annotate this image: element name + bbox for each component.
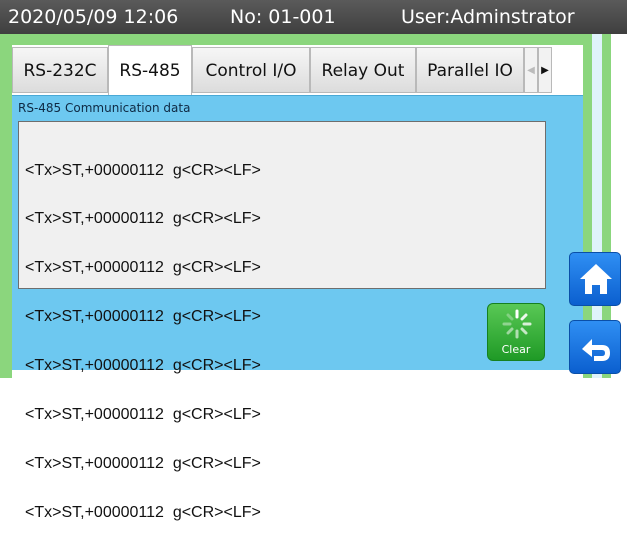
tab-bar: RS-232C RS-485 Control I/O Relay Out Par… [12, 45, 583, 95]
communication-log[interactable]: <Tx>ST,+00000112 g<CR><LF> <Tx>ST,+00000… [18, 121, 546, 521]
status-user: User:Adminstrator [401, 6, 575, 28]
log-line: <Tx>ST,+00000112 g<CR><LF> [25, 503, 261, 521]
panel-title: RS-485 Communication data [18, 101, 191, 115]
tab-rs-232c[interactable]: RS-232C [12, 47, 108, 93]
communication-panel: RS-485 Communication data <Tx>ST,+000001… [12, 95, 583, 521]
clear-label: Clear [501, 343, 531, 356]
status-bar: 2020/05/09 12:06 No: 01-001 User:Adminst… [0, 0, 627, 34]
log-line: <Tx>ST,+00000112 g<CR><LF> [25, 454, 261, 472]
home-button[interactable] [569, 252, 621, 306]
chevron-right-icon[interactable]: ▶ [538, 47, 552, 93]
home-icon [580, 264, 612, 294]
log-line: <Tx>ST,+00000112 g<CR><LF> [25, 308, 261, 326]
chevron-left-icon[interactable]: ◀ [524, 47, 538, 93]
log-line: <Tx>ST,+00000112 g<CR><LF> [25, 406, 261, 424]
tab-relay-out[interactable]: Relay Out [310, 47, 416, 93]
log-line: <Tx>ST,+00000112 g<CR><LF> [25, 210, 261, 228]
back-button[interactable] [569, 320, 621, 374]
tab-parallel-io[interactable]: Parallel IO [416, 47, 524, 93]
tab-control-io[interactable]: Control I/O [192, 47, 310, 93]
log-line: <Tx>ST,+00000112 g<CR><LF> [25, 357, 261, 375]
spinner-icon [502, 309, 532, 339]
return-arrow-icon [582, 339, 610, 361]
status-datetime: 2020/05/09 12:06 [8, 6, 179, 28]
log-line: <Tx>ST,+00000112 g<CR><LF> [25, 161, 261, 179]
status-number: No: 01-001 [230, 6, 336, 28]
log-line: <Tx>ST,+00000112 g<CR><LF> [25, 259, 261, 277]
clear-button[interactable]: Clear [487, 303, 545, 361]
frame-left-border [0, 34, 12, 378]
tab-rs-485[interactable]: RS-485 [108, 45, 192, 95]
